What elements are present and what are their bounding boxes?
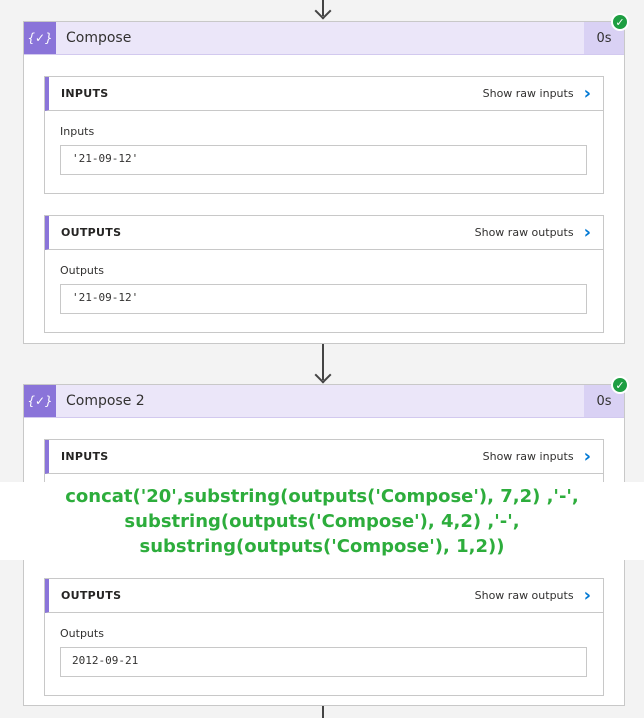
compose-outputs-header[interactable]: OUTPUTS Show raw outputs ›: [45, 216, 603, 250]
compose-2-inputs-header[interactable]: INPUTS Show raw inputs ›: [45, 440, 603, 474]
outputs-field-value: 2012-09-21: [60, 647, 587, 677]
success-check-icon: ✓: [611, 376, 629, 394]
outputs-field-value: '21-09-12': [60, 284, 587, 314]
compose-outputs-section: OUTPUTS Show raw outputs › Outputs '21-0…: [44, 215, 604, 333]
expression-line-1: concat('20',substring(outputs('Compose')…: [65, 485, 579, 507]
inputs-header-title: INPUTS: [61, 87, 109, 100]
chevron-right-icon[interactable]: ›: [584, 586, 591, 605]
compose-2-card-header[interactable]: {✓} Compose 2 0s: [24, 385, 624, 418]
show-raw-outputs-link[interactable]: Show raw outputs: [475, 226, 574, 239]
compose-action-card[interactable]: {✓} Compose 0s ✓ INPUTS Show raw inputs …: [23, 13, 629, 344]
inputs-field-value: '21-09-12': [60, 145, 587, 175]
compose-inputs-header[interactable]: INPUTS Show raw inputs ›: [45, 77, 603, 111]
compose-2-outputs-header[interactable]: OUTPUTS Show raw outputs ›: [45, 579, 603, 613]
inputs-header-title: INPUTS: [61, 450, 109, 463]
chevron-right-icon[interactable]: ›: [584, 84, 591, 103]
compose-2-card-title: Compose 2: [66, 393, 145, 409]
show-raw-inputs-link[interactable]: Show raw inputs: [483, 87, 574, 100]
middle-connector-arrow: [314, 366, 332, 384]
compose-2-outputs-section: OUTPUTS Show raw outputs › Outputs 2012-…: [44, 578, 604, 696]
show-raw-outputs-link[interactable]: Show raw outputs: [475, 589, 574, 602]
chevron-right-icon[interactable]: ›: [584, 223, 591, 242]
compose-inputs-section: INPUTS Show raw inputs › Inputs '21-09-1…: [44, 76, 604, 194]
outputs-field-label: Outputs: [60, 264, 104, 277]
expression-text: concat('20',substring(outputs('Compose')…: [65, 484, 579, 559]
compose-card-title: Compose: [66, 30, 132, 46]
outputs-header-title: OUTPUTS: [61, 589, 122, 602]
expression-overlay: concat('20',substring(outputs('Compose')…: [0, 482, 644, 560]
expression-line-3: substring(outputs('Compose'), 1,2)): [139, 535, 505, 557]
compose-action-icon: {✓}: [24, 22, 56, 54]
compose-2-action-icon: {✓}: [24, 385, 56, 417]
top-connector-arrow: [314, 2, 332, 20]
outputs-field-label: Outputs: [60, 627, 104, 640]
inputs-field-label: Inputs: [60, 125, 95, 138]
expression-line-2: substring(outputs('Compose'), 4,2) ,'-',: [124, 510, 520, 532]
chevron-right-icon[interactable]: ›: [584, 447, 591, 466]
show-raw-inputs-link[interactable]: Show raw inputs: [483, 450, 574, 463]
compose-card-header[interactable]: {✓} Compose 0s: [24, 22, 624, 55]
success-check-icon: ✓: [611, 13, 629, 31]
outputs-header-title: OUTPUTS: [61, 226, 122, 239]
bottom-connector-line: [322, 706, 324, 718]
